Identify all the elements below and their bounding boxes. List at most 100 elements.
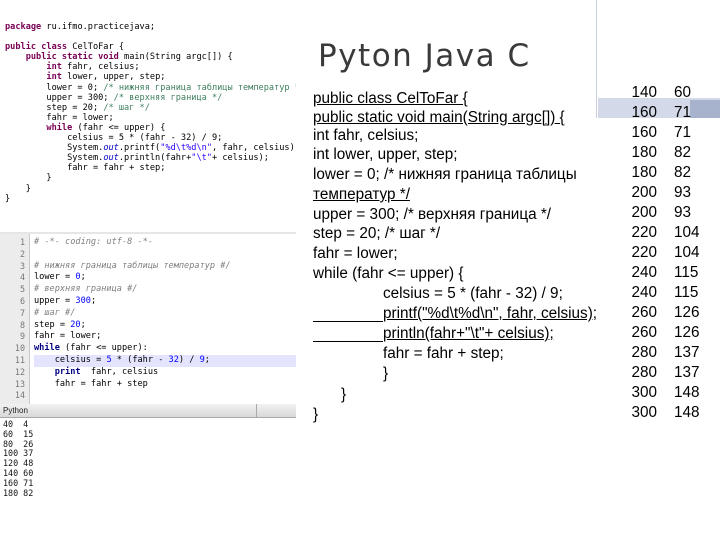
table-cell-celsius: 104 — [674, 244, 700, 261]
underline-leader — [313, 321, 383, 322]
console-line: 140 60 — [3, 467, 34, 478]
code-token: celsius = 5 * (fahr - 32) / 9; — [5, 133, 223, 144]
code-token: fahr = lower; — [5, 112, 114, 123]
line-number: 4 — [19, 272, 25, 283]
code-token: .println(fahr+ — [118, 153, 192, 164]
python-code: # -*- coding: utf-8 -*- # нижняя граница … — [34, 237, 296, 402]
code-token: } — [5, 193, 11, 204]
code-token: ; — [80, 272, 86, 283]
table-cell-fahr: 180 — [631, 164, 657, 181]
code-line: print fahr, celsius — [34, 367, 296, 379]
table-cell-fahr: 200 — [631, 204, 657, 221]
code-token: } — [5, 183, 31, 194]
table-cell-celsius: 71 — [674, 104, 692, 121]
code-token: fahr = fahr + step; — [5, 163, 166, 174]
code-token: * (fahr - — [111, 354, 169, 365]
code-token: /* верхняя граница */ — [113, 92, 223, 103]
slide-code-line: public static void main(String argc[]) { — [313, 108, 565, 126]
table-cell-celsius: 148 — [674, 404, 700, 421]
slide-code-line: upper = 300; /* верхняя граница */ — [313, 206, 552, 223]
slide-code-line: } — [383, 365, 389, 382]
line-number-gutter: 1 2 3 4 5 6 7 8 9 10 11 12 13 14 — [0, 234, 30, 404]
slide-code-line: } — [313, 406, 319, 423]
line-number: 1 — [19, 237, 25, 247]
line-number: 13 — [14, 378, 25, 389]
code-line: fahr = lower; — [0, 113, 296, 123]
slide-code-line: println(fahr+"\t"+ celsius); — [383, 325, 554, 342]
code-token: step = 20; — [5, 102, 104, 113]
table-cell-fahr: 180 — [631, 144, 657, 161]
line-number: 7 — [19, 307, 25, 318]
console-output: 40 4 60 15 80 26 100 37 120 48 140 60 160 71 18… — [0, 418, 296, 498]
table-cell-fahr: 160 — [631, 104, 657, 121]
code-token: , fahr, celsius); — [212, 143, 296, 154]
line-number: 11 — [14, 354, 25, 365]
line-number: 9 — [19, 331, 25, 342]
code-token: # нижняя граница таблицы температур #/ — [34, 260, 231, 271]
code-token: public static void — [25, 52, 125, 63]
code-line: # нижняя граница таблицы температур #/ — [34, 261, 296, 273]
code-token: lower, upper, step; — [67, 72, 166, 83]
console-line: 80 26 — [3, 438, 34, 449]
line-number: 14 — [14, 390, 25, 401]
code-line: step = 20; /* шаг */ — [0, 103, 296, 113]
line-number: 10 — [14, 343, 25, 354]
code-line: fahr = lower; — [34, 331, 296, 343]
table-cell-celsius: 115 — [674, 264, 699, 281]
slide-code-line: public class CelToFar { — [313, 90, 468, 107]
table-cell-fahr: 260 — [631, 324, 657, 341]
code-token: upper = 300; — [5, 92, 114, 103]
code-token: (fahr <= upper) { — [77, 122, 166, 133]
table-cell-celsius: 93 — [674, 184, 692, 201]
console-line: 60 15 — [3, 428, 34, 439]
table-cell-fahr: 300 — [631, 404, 657, 421]
slide-code-line: printf("%d\t%d\n", fahr, celsius); — [383, 305, 598, 322]
code-token: "%d\t%d\n" — [160, 143, 212, 154]
table-cell-celsius: 93 — [674, 204, 692, 221]
code-token: fahr = fahr + step — [34, 378, 148, 389]
code-token: # верхняя граница #/ — [34, 284, 138, 295]
table-cell-celsius: 115 — [674, 284, 699, 301]
code-token: while — [46, 122, 78, 133]
line-number: 8 — [19, 319, 25, 330]
code-token: while — [34, 343, 66, 354]
code-line: celsius = 5 * (fahr - 32) / 9; — [34, 354, 296, 367]
line-number: 2 — [19, 248, 25, 259]
python-console-panel: Python 40 4 60 15 80 26 100 37 120 48 140 60 1… — [0, 404, 296, 540]
code-line: package ru.ifmo.practicejava; — [0, 22, 296, 32]
code-token: public class — [5, 42, 73, 53]
code-token: out — [103, 143, 119, 154]
code-line: # шаг #/ — [34, 308, 296, 320]
console-line: 100 37 — [3, 448, 34, 459]
code-line: upper = 300; — [34, 296, 296, 308]
console-tab-area — [256, 404, 296, 418]
console-line: 120 48 — [3, 458, 34, 469]
table-cell-celsius: 137 — [674, 344, 700, 361]
code-line: upper = 300; /* верхняя граница */ — [0, 93, 296, 103]
code-token: System. — [5, 143, 104, 154]
slide-code-line: int lower, upper, step; — [313, 146, 458, 163]
code-token: # -*- coding: utf-8 -*- — [34, 237, 153, 247]
table-cell-celsius: 126 — [674, 304, 700, 321]
java-editor-panel: package ru.ifmo.practicejava; public clas… — [0, 22, 296, 234]
code-token: 32 — [168, 354, 179, 365]
python-editor-panel: 1 2 3 4 5 6 7 8 9 10 11 12 13 14 # -*- coding: utf-8 … — [0, 232, 296, 404]
code-token: 20 — [70, 319, 81, 330]
table-cell-celsius: 126 — [674, 324, 700, 341]
code-line: while (fahr <= upper) { — [0, 123, 296, 133]
code-token: lower = — [34, 272, 76, 283]
code-line: fahr = fahr + step; — [0, 163, 296, 173]
line-number: 5 — [19, 284, 25, 295]
code-token: /* нижняя граница таблицы температур */ — [103, 82, 296, 93]
table-cell-fahr: 240 — [631, 264, 657, 281]
code-line: lower = 0; — [34, 272, 296, 284]
table-cell-celsius: 71 — [674, 124, 692, 141]
code-token: (fahr <= upper): — [65, 343, 148, 354]
code-token: + celsius); — [211, 153, 269, 164]
table-cell-celsius: 60 — [674, 84, 692, 101]
